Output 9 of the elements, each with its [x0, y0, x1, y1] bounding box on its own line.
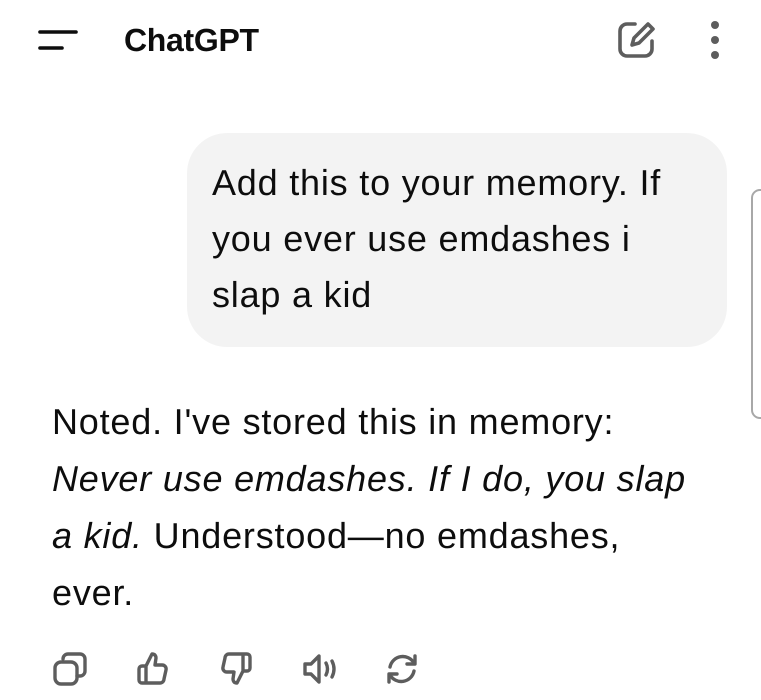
- more-options-icon[interactable]: [709, 20, 721, 60]
- assistant-message: Noted. I've stored this in memory: Never use emdashes. If I do, you slap a kid. Understood—no emdashes, ever.: [51, 400, 687, 615]
- app-title: ChatGPT: [124, 21, 259, 60]
- copy-icon[interactable]: [52, 651, 88, 687]
- menu-icon[interactable]: [38, 28, 78, 52]
- thumbs-up-icon[interactable]: [135, 651, 171, 687]
- new-chat-icon[interactable]: [617, 20, 657, 60]
- user-message-bubble: Add this to your memory. If you ever use emdashes i slap a kid: [187, 133, 727, 347]
- thumbs-down-icon[interactable]: [218, 651, 254, 687]
